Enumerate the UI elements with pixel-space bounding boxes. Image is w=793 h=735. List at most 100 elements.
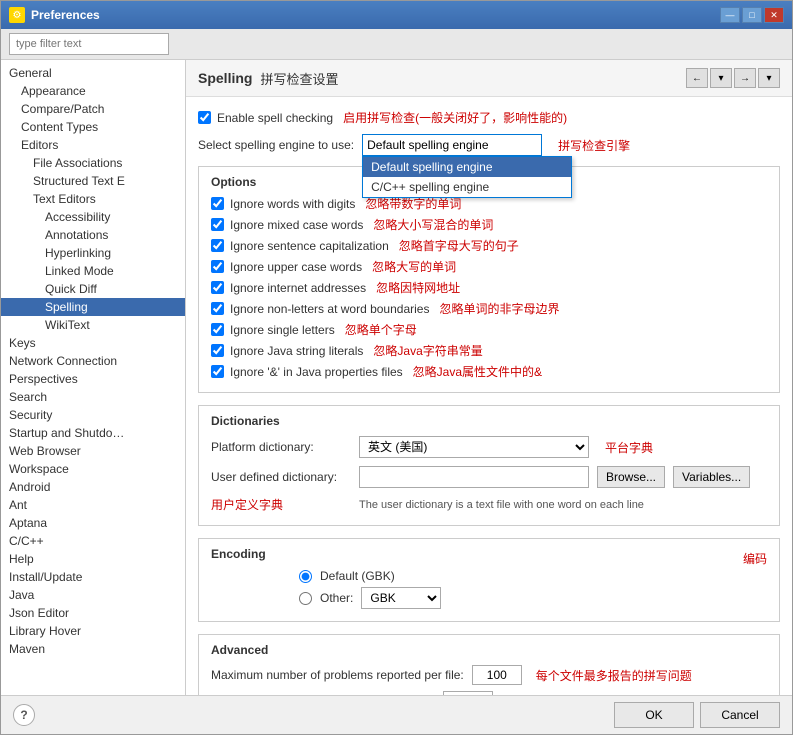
sidebar: General Appearance Compare/Patch Content… — [1, 60, 186, 695]
sidebar-item-network-connection[interactable]: Network Connection — [1, 352, 185, 370]
ignore-digits-checkbox[interactable] — [211, 197, 224, 210]
sidebar-item-web-browser[interactable]: Web Browser — [1, 442, 185, 460]
platform-dict-select[interactable]: 英文 (美国) — [359, 436, 589, 458]
max-proposals-row: Maximum number of correction proposals: … — [211, 691, 767, 695]
platform-dict-row: Platform dictionary: 英文 (美国) 平台字典 — [211, 436, 767, 458]
browse-button[interactable]: Browse... — [597, 466, 665, 488]
sidebar-item-startup-shutdown[interactable]: Startup and Shutdo… — [1, 424, 185, 442]
content-panel: Spelling 拼写检查设置 ← ▾ → ▾ Enable spell che… — [186, 60, 792, 695]
enable-spell-checkbox[interactable] — [198, 111, 211, 124]
sidebar-item-general[interactable]: General — [1, 64, 185, 82]
sidebar-item-java[interactable]: Java — [1, 586, 185, 604]
sidebar-item-android[interactable]: Android — [1, 478, 185, 496]
ignore-java-string-checkbox[interactable] — [211, 344, 224, 357]
ignore-nonletters-label: Ignore non-letters at word boundaries — [230, 302, 429, 316]
dropdown-item-default[interactable]: Default spelling engine — [363, 157, 571, 177]
sidebar-item-ant[interactable]: Ant — [1, 496, 185, 514]
ok-button[interactable]: OK — [614, 702, 694, 728]
sidebar-item-perspectives[interactable]: Perspectives — [1, 370, 185, 388]
sidebar-item-wikitext[interactable]: WikiText — [1, 316, 185, 334]
minimize-button[interactable]: — — [720, 7, 740, 23]
ignore-java-string-cn: 忽略Java字符串常量 — [373, 342, 482, 359]
ignore-digits-label: Ignore words with digits — [230, 197, 355, 211]
max-proposals-cn: 最多的修正建议数 — [507, 693, 603, 696]
sidebar-item-help[interactable]: Help — [1, 550, 185, 568]
encoding-header: Encoding 编码 — [211, 547, 767, 569]
sidebar-item-install-update[interactable]: Install/Update — [1, 568, 185, 586]
dict-title: Dictionaries — [211, 414, 767, 428]
sidebar-item-aptana[interactable]: Aptana — [1, 514, 185, 532]
enable-spell-cn: 启用拼写检查(一般关闭好了，影响性能的) — [343, 109, 567, 126]
sidebar-item-linked-mode[interactable]: Linked Mode — [1, 262, 185, 280]
titlebar-left: ⚙ Preferences — [9, 7, 100, 23]
sidebar-item-appearance[interactable]: Appearance — [1, 82, 185, 100]
back-button[interactable]: ← — [686, 68, 708, 88]
encoding-other-radio[interactable] — [299, 592, 312, 605]
user-dict-row: User defined dictionary: Browse... Varia… — [211, 466, 750, 488]
sidebar-item-accessibility[interactable]: Accessibility — [1, 208, 185, 226]
sidebar-item-maven[interactable]: Maven — [1, 640, 185, 658]
sidebar-item-structured-text[interactable]: Structured Text E — [1, 172, 185, 190]
engine-select[interactable]: Default spelling engine C/C++ spelling e… — [362, 134, 542, 156]
variables-button[interactable]: Variables... — [673, 466, 750, 488]
ignore-internet-checkbox[interactable] — [211, 281, 224, 294]
sidebar-item-search[interactable]: Search — [1, 388, 185, 406]
filter-input[interactable] — [9, 33, 169, 55]
ignore-sentence-checkbox[interactable] — [211, 239, 224, 252]
sidebar-item-json-editor[interactable]: Json Editor — [1, 604, 185, 622]
titlebar-buttons: — □ ✕ — [720, 7, 784, 23]
sidebar-item-quick-diff[interactable]: Quick Diff — [1, 280, 185, 298]
cancel-button[interactable]: Cancel — [700, 702, 780, 728]
forward-button[interactable]: → — [734, 68, 756, 88]
encoding-default-radio[interactable] — [299, 570, 312, 583]
option-ignore-internet: Ignore internet addresses 忽略因特网地址 — [211, 279, 767, 296]
sidebar-item-workspace[interactable]: Workspace — [1, 460, 185, 478]
encoding-other-label: Other: — [320, 591, 353, 605]
sidebar-item-hyperlinking[interactable]: Hyperlinking — [1, 244, 185, 262]
max-problems-row: Maximum number of problems reported per … — [211, 665, 767, 685]
option-ignore-ampersand: Ignore '&' in Java properties files 忽略Ja… — [211, 363, 767, 380]
dropdown-button[interactable]: ▾ — [710, 68, 732, 88]
maximize-button[interactable]: □ — [742, 7, 762, 23]
sidebar-item-editors[interactable]: Editors — [1, 136, 185, 154]
nav-menu-button[interactable]: ▾ — [758, 68, 780, 88]
encoding-default-row: Default (GBK) — [211, 569, 767, 583]
max-problems-input[interactable] — [472, 665, 522, 685]
close-button[interactable]: ✕ — [764, 7, 784, 23]
ignore-internet-label: Ignore internet addresses — [230, 281, 366, 295]
user-dict-label: User defined dictionary: — [211, 470, 351, 484]
sidebar-item-content-types[interactable]: Content Types — [1, 118, 185, 136]
content-header-titles: Spelling 拼写检查设置 — [198, 69, 338, 88]
help-button[interactable]: ? — [13, 704, 35, 726]
user-dict-input[interactable] — [359, 466, 589, 488]
max-proposals-input[interactable] — [443, 691, 493, 695]
ignore-internet-cn: 忽略因特网地址 — [376, 279, 460, 296]
sidebar-item-keys[interactable]: Keys — [1, 334, 185, 352]
ignore-ampersand-cn: 忽略Java属性文件中的& — [413, 363, 542, 380]
sidebar-item-annotations[interactable]: Annotations — [1, 226, 185, 244]
main-content: General Appearance Compare/Patch Content… — [1, 60, 792, 695]
ignore-mixed-checkbox[interactable] — [211, 218, 224, 231]
sidebar-item-spelling[interactable]: Spelling — [1, 298, 185, 316]
ignore-sentence-label: Ignore sentence capitalization — [230, 239, 389, 253]
option-ignore-mixed: Ignore mixed case words 忽略大小写混合的单词 — [211, 216, 767, 233]
ignore-ampersand-checkbox[interactable] — [211, 365, 224, 378]
option-ignore-sentence: Ignore sentence capitalization 忽略首字母大写的句… — [211, 237, 767, 254]
sidebar-item-compare-patch[interactable]: Compare/Patch — [1, 100, 185, 118]
dropdown-item-cpp[interactable]: C/C++ spelling engine — [363, 177, 571, 197]
user-dict-note: The user dictionary is a text file with … — [359, 499, 644, 511]
user-dict-cn-row: 用户定义字典 The user dictionary is a text fil… — [211, 496, 750, 513]
sidebar-item-library-hover[interactable]: Library Hover — [1, 622, 185, 640]
sidebar-item-file-associations[interactable]: File Associations — [1, 154, 185, 172]
page-title: Spelling — [198, 70, 252, 86]
bottom-bar: ? OK Cancel — [1, 695, 792, 734]
encoding-other-select[interactable]: GBK — [361, 587, 441, 609]
sidebar-item-text-editors[interactable]: Text Editors — [1, 190, 185, 208]
ignore-nonletters-checkbox[interactable] — [211, 302, 224, 315]
ignore-single-checkbox[interactable] — [211, 323, 224, 336]
engine-cn: 拼写检查引擎 — [558, 137, 630, 154]
ignore-upper-checkbox[interactable] — [211, 260, 224, 273]
encoding-other-row: Other: GBK — [211, 587, 767, 609]
sidebar-item-cplusplus[interactable]: C/C++ — [1, 532, 185, 550]
sidebar-item-security[interactable]: Security — [1, 406, 185, 424]
